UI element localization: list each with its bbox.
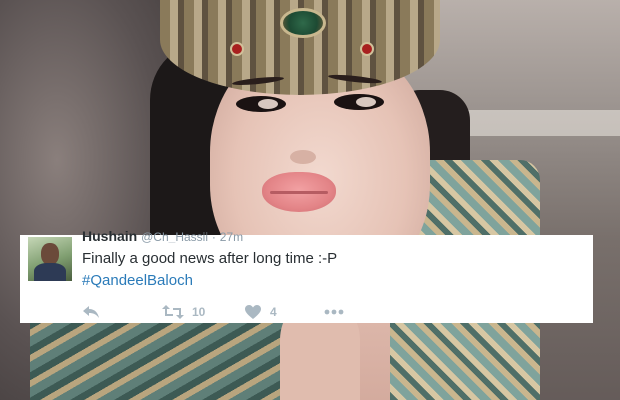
like-button[interactable]: 4: [244, 303, 277, 321]
right-eye-white: [356, 97, 376, 107]
tweet-time[interactable]: 27m: [220, 230, 243, 243]
headpiece-jewel: [280, 8, 326, 38]
author-name[interactable]: Hushain: [82, 229, 137, 243]
tweet-header: Hushain @Ch_Hassii · 27m: [82, 229, 243, 243]
avatar-body: [34, 263, 66, 281]
headpiece-gem: [360, 42, 374, 56]
lips-line: [270, 191, 328, 194]
tweet-text: Finally a good news after long time :-P: [82, 250, 338, 267]
background-bar: [460, 110, 620, 136]
heart-icon: [244, 304, 262, 320]
headpiece-gem: [230, 42, 244, 56]
retweet-icon: [162, 304, 184, 320]
reply-button[interactable]: [82, 303, 100, 321]
more-icon: [324, 309, 344, 315]
like-count: 4: [270, 305, 277, 319]
retweet-count: 10: [192, 305, 206, 319]
more-button[interactable]: [324, 303, 344, 321]
author-handle[interactable]: @Ch_Hassii: [141, 230, 208, 243]
background-photo: [0, 0, 620, 400]
left-eye-white: [258, 99, 278, 109]
hashtag-link[interactable]: #QandeelBaloch: [82, 271, 193, 291]
nose: [290, 150, 316, 164]
avatar[interactable]: [28, 237, 72, 281]
tweet-card[interactable]: Hushain @Ch_Hassii · 27m Finally a good …: [20, 229, 593, 323]
separator: ·: [211, 230, 216, 243]
reply-icon: [82, 304, 100, 320]
avatar-head: [41, 243, 59, 265]
retweet-button[interactable]: 10: [162, 303, 205, 321]
